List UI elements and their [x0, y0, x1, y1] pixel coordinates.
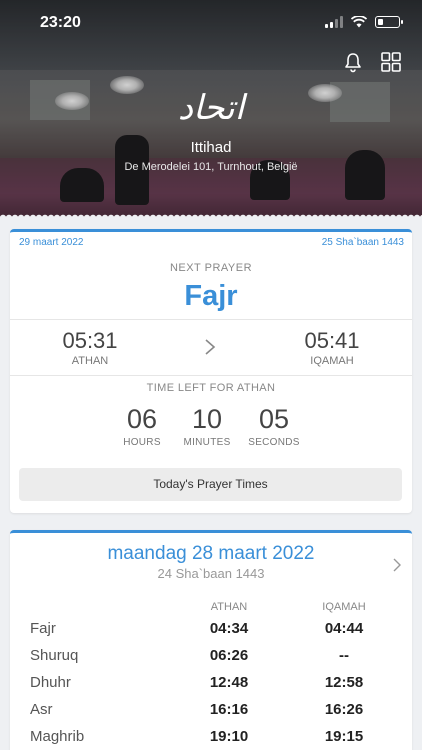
- iqamah-time: --: [339, 647, 349, 664]
- countdown-seconds: 05 SECONDS: [239, 404, 309, 448]
- todays-prayer-times-button[interactable]: Today's Prayer Times: [19, 468, 402, 501]
- iqamah-time: 04:44: [324, 620, 364, 637]
- next-day-chevron-icon[interactable]: [392, 557, 402, 573]
- battery-icon: [375, 16, 403, 28]
- mosque-name: Ittihad: [190, 139, 232, 156]
- iqamah-time: 12:58: [324, 674, 364, 691]
- athan-time: 06:26: [209, 647, 249, 664]
- status-bar-time: 23:20: [40, 14, 81, 31]
- cellular-signal-icon: [325, 16, 343, 28]
- table-row: Fajr 04:34 04:44: [10, 620, 412, 647]
- iqamah-label: IQAMAH: [310, 355, 354, 367]
- athan-time: 04:34: [209, 620, 249, 637]
- hours-value: 06: [126, 404, 158, 434]
- mosque-arabic-name: اتحاد: [177, 88, 245, 128]
- mosque-header: 23:20 اتحاد Ittihad De Merodelei 101, Tu…: [0, 0, 422, 218]
- athan-time: 19:10: [209, 728, 249, 745]
- minutes-label: MINUTES: [183, 437, 231, 448]
- hijri-date: 25 Sha`baan 1443: [321, 237, 404, 248]
- athan-time: 05:31: [62, 328, 118, 353]
- prayer-name: Fajr: [30, 620, 56, 637]
- mosque-address: De Merodelei 101, Turnhout, België: [124, 161, 298, 173]
- bell-icon[interactable]: [342, 51, 364, 73]
- table-row: Maghrib 19:10 19:15: [10, 728, 412, 750]
- seconds-label: SECONDS: [248, 437, 300, 448]
- iqamah-time: 05:41: [304, 328, 360, 353]
- wifi-icon: [351, 16, 367, 28]
- prayer-name: Asr: [30, 701, 53, 718]
- prayer-times-row: 05:31 ATHAN 05:41 IQAMAH: [10, 319, 412, 376]
- next-prayer-card: 29 maart 2022 25 Sha`baan 1443 NEXT PRAY…: [10, 229, 412, 513]
- iqamah-time: 16:26: [324, 701, 364, 718]
- status-bar-icons: [325, 16, 403, 28]
- prayer-name: Dhuhr: [30, 674, 71, 691]
- iqamah-time: 19:15: [324, 728, 364, 745]
- next-prayer-name: Fajr: [184, 280, 238, 312]
- minutes-value: 10: [191, 404, 223, 434]
- iqamah-block: 05:41 IQAMAH: [272, 328, 392, 367]
- athan-time: 16:16: [209, 701, 249, 718]
- time-left-label: TIME LEFT FOR ATHAN: [146, 382, 276, 394]
- countdown-hours: 06 HOURS: [107, 404, 177, 448]
- seconds-value: 05: [258, 404, 290, 434]
- grid-icon[interactable]: [380, 51, 402, 73]
- table-row: Shuruq 06:26 --: [10, 647, 412, 674]
- table-row: Dhuhr 12:48 12:58: [10, 674, 412, 701]
- header-scallop-edge: [0, 212, 422, 218]
- prayer-name: Maghrib: [30, 728, 85, 745]
- col-iqamah-header: IQAMAH: [322, 601, 366, 613]
- countdown-minutes: 10 MINUTES: [172, 404, 242, 448]
- day-title[interactable]: maandag 28 maart 2022: [10, 543, 412, 565]
- hours-label: HOURS: [123, 437, 161, 448]
- athan-time: 12:48: [209, 674, 249, 691]
- table-row: Asr 16:16 16:26: [10, 701, 412, 728]
- athan-block: 05:31 ATHAN: [30, 328, 150, 367]
- athan-label: ATHAN: [71, 355, 109, 367]
- next-prayer-label: NEXT PRAYER: [169, 262, 253, 274]
- col-athan-header: ATHAN: [210, 601, 248, 613]
- daily-prayer-times-card: maandag 28 maart 2022 24 Sha`baan 1443 A…: [10, 530, 412, 750]
- gregorian-date: 29 maart 2022: [19, 237, 84, 248]
- day-hijri-date: 24 Sha`baan 1443: [157, 566, 265, 581]
- prayer-name: Shuruq: [30, 647, 79, 664]
- chevron-right-icon[interactable]: [203, 337, 217, 357]
